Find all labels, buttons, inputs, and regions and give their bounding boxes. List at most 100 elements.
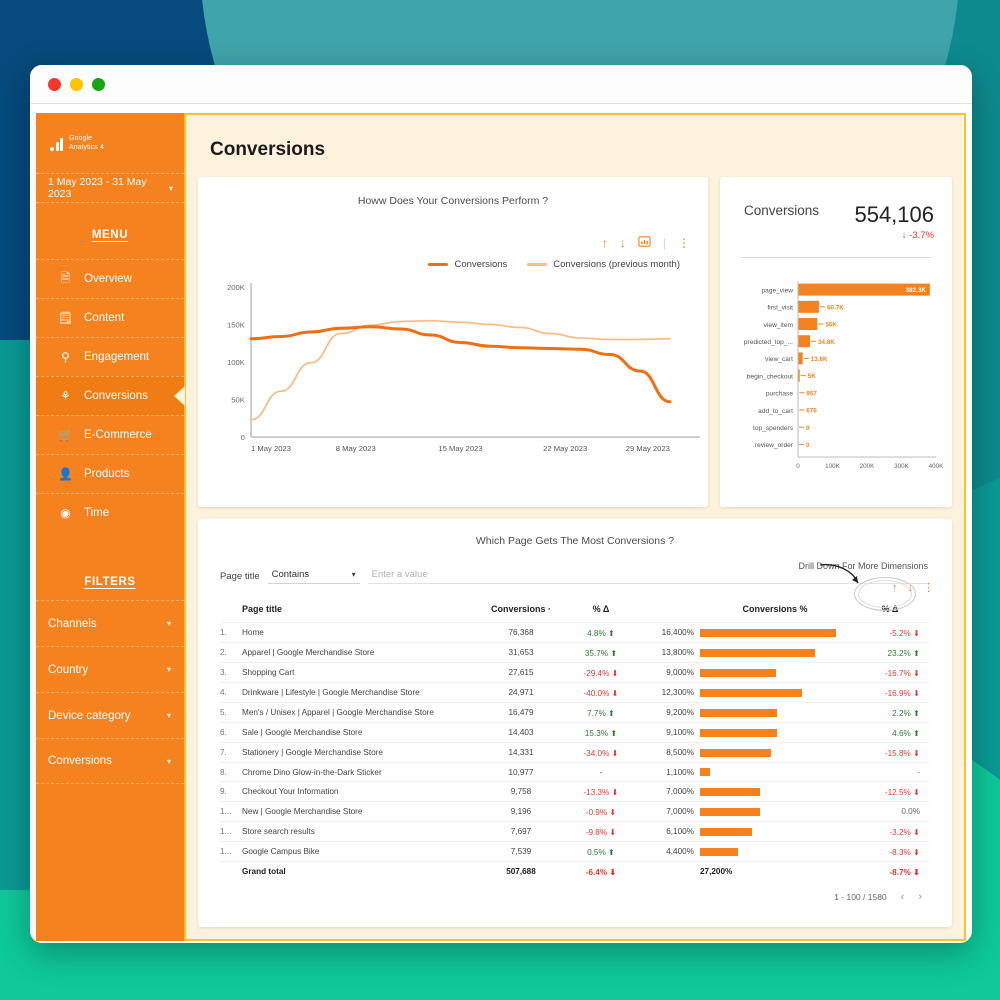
row-conversions: 14,403 (478, 722, 564, 743)
row-pct-delta: 0.5% ⬆ (564, 841, 638, 862)
row-conversions-pct-value: 9,000% (638, 662, 700, 683)
sort-ascending-icon[interactable]: ↑ (602, 236, 608, 250)
table-row[interactable]: 2. Apparel | Google Merchandise Store 31,6… (220, 642, 930, 663)
sidebar-item-ecommerce[interactable]: 🛒 E-Commerce (36, 415, 184, 454)
events-bar-chart: page_view 382.3K first_visit 60.7K view_item… (744, 281, 945, 470)
sidebar-item-label: Time (84, 507, 110, 519)
row-index: 1... (220, 841, 242, 862)
date-range-selector[interactable]: 1 May 2023 - 31 May 2023 ▾ (36, 173, 184, 203)
table-row[interactable]: 5. Men's / Unisex | Apparel | Google Merc… (220, 702, 930, 723)
table-row[interactable]: 8. Chrome Dino Glow-in-the-Dark Sticker 10… (220, 762, 930, 782)
table-row[interactable]: 4. Drinkware | Lifestyle | Google Merchan… (220, 682, 930, 703)
sidebar-item-time[interactable]: ◉ Time (36, 493, 184, 532)
sort-ascending-icon[interactable]: ↑ (892, 582, 898, 594)
row-conversions-pct-bar (700, 702, 850, 723)
row-conversions-pct-bar (700, 642, 850, 663)
column-pct-delta[interactable]: % Δ (564, 598, 638, 623)
row-conversions-pct-delta: 23.2% ⬆ (850, 642, 930, 663)
row-conversions-pct-bar (700, 841, 850, 862)
scorecard-header: Conversions 554,106 ↓ -3.7% (734, 177, 938, 242)
row-conversions: 24,971 (478, 682, 564, 703)
arrow-down-icon: ↓ (901, 230, 907, 241)
scorecard-value: 554,106 (854, 202, 934, 227)
row-page-title: Drinkware | Lifestyle | Google Merchandi… (242, 682, 478, 703)
total-conversions-pct-value: 27,200% (700, 867, 733, 876)
table-row[interactable]: 1. Home 76,368 4.8% ⬆ 16,400% -5.2% ⬇ (220, 622, 930, 643)
sidebar-item-engagement[interactable]: ⚲ Engagement (36, 337, 184, 376)
svg-text:view_cart: view_cart (765, 356, 793, 363)
table-body: 1. Home 76,368 4.8% ⬆ 16,400% -5.2% ⬇ 2. Appare… (220, 622, 930, 882)
table-row[interactable]: 7. Stationery | Google Merchandise Store 1… (220, 742, 930, 763)
window-maximize-button[interactable] (92, 77, 105, 91)
svg-text:1 May 2023: 1 May 2023 (251, 444, 291, 453)
row-index: 1. (220, 622, 242, 643)
chart-type-icon[interactable] (638, 235, 651, 251)
sidebar: Google Analytics 4 1 May 2023 - 31 May 2… (36, 113, 185, 941)
svg-text:400K: 400K (929, 463, 945, 470)
row-conversions: 27,615 (478, 662, 564, 683)
conversions-scorecard: Conversions 554,106 ↓ -3.7% page_view 382… (720, 177, 952, 507)
sidebar-item-products[interactable]: 👤 Products (36, 454, 184, 493)
row-page-title: Google Campus Bike (242, 841, 478, 862)
column-index (220, 598, 242, 623)
svg-text:review_order: review_order (755, 442, 794, 449)
total-conversions-pct-delta: -8.7% ⬇ (889, 867, 920, 877)
row-conversions-pct-bar (700, 682, 850, 703)
filter-label: Device category (48, 709, 131, 722)
svg-text:100K: 100K (825, 463, 841, 470)
pagination-next-button[interactable]: › (918, 891, 922, 903)
conversions-icon: ⚘ (60, 389, 71, 403)
legend-item-conversions-previous: Conversions (previous month) (527, 259, 680, 270)
filter-dimension-label: Page title (220, 571, 260, 582)
pages-table: Page title Conversions · % Δ Conversions… (220, 598, 930, 881)
chevron-down-icon: ▾ (168, 183, 173, 193)
main-content: Conversions Howw Does Your Conversions P… (184, 113, 966, 941)
scorecard-delta-value: -3.7% (909, 230, 934, 241)
column-conversions-pct[interactable]: Conversions % (700, 598, 850, 623)
svg-text:5K: 5K (808, 373, 817, 380)
svg-text:676: 676 (806, 408, 817, 415)
filter-device-category[interactable]: Device category ▾ (36, 692, 184, 738)
row-conversions-pct-delta: -5.2% ⬇ (850, 622, 930, 643)
pagination-prev-button[interactable]: ‹ (901, 891, 905, 903)
column-conversions[interactable]: Conversions · (478, 598, 564, 623)
chevron-down-icon: ▾ (351, 570, 356, 579)
sidebar-item-conversions[interactable]: ⚘ Conversions (36, 376, 185, 415)
row-pct-delta: 7.7% ⬆ (564, 702, 638, 723)
row-conversions: 9,196 (478, 801, 564, 822)
table-row[interactable]: 3. Shopping Cart 27,615 -29.4% ⬇ 9,000% -16.7… (220, 662, 930, 683)
row-page-title: Store search results (242, 821, 478, 842)
window-minimize-button[interactable] (70, 77, 83, 91)
svg-text:0: 0 (806, 425, 810, 432)
filter-operator-select[interactable]: Contains ▾ (267, 569, 360, 584)
scorecard-delta: ↓ -3.7% (854, 230, 934, 241)
filter-conversions[interactable]: Conversions ▾ (36, 738, 184, 784)
sort-descending-icon[interactable]: ↓ (908, 582, 914, 594)
window-close-button[interactable] (48, 77, 61, 91)
table-row[interactable]: 9. Checkout Your Information 9,758 -13.3% ⬇… (220, 781, 930, 802)
legend-item-conversions: Conversions (428, 259, 507, 270)
table-row[interactable]: 1... New | Google Merchandise Store 9,196-… (220, 801, 930, 822)
more-options-icon[interactable]: ⋮ (678, 236, 690, 250)
shopping-cart-icon: 🛒 (58, 428, 73, 442)
sidebar-item-overview[interactable]: 🗎 Overview (36, 259, 184, 298)
table-row[interactable]: 1... Google Campus Bike 7,539 0.5% ⬆ 4,400% -… (220, 841, 930, 862)
filter-channels[interactable]: Channels ▾ (36, 600, 184, 646)
sort-descending-icon[interactable]: ↓ (620, 236, 626, 250)
sidebar-item-content[interactable]: 🗒 Content (36, 298, 184, 337)
filter-country[interactable]: Country ▾ (36, 646, 184, 692)
row-page-title: Home (242, 622, 478, 643)
table-pagination: 1 - 100 / 1580 ‹ › (220, 881, 930, 903)
svg-text:29 May 2023: 29 May 2023 (626, 444, 670, 453)
row-index: 8. (220, 762, 242, 782)
row-conversions-pct-value: 12,300% (638, 682, 700, 703)
svg-text:100K: 100K (227, 358, 245, 367)
column-page-title[interactable]: Page title (242, 598, 478, 623)
row-pct-delta: -34.0% ⬇ (564, 742, 638, 763)
pages-table-card: Which Page Gets The Most Conversions ? P… (198, 519, 952, 927)
table-row[interactable]: 6. Sale | Google Merchandise Store 14,403 1… (220, 722, 930, 743)
content-icon: 🗒 (57, 311, 74, 325)
table-row[interactable]: 1... Store search results 7,697 -9.8% ⬇ 6,10… (220, 821, 930, 842)
row-pct-delta: -0.9% ⬇ (564, 801, 638, 822)
more-options-icon[interactable]: ⋮ (923, 581, 934, 594)
